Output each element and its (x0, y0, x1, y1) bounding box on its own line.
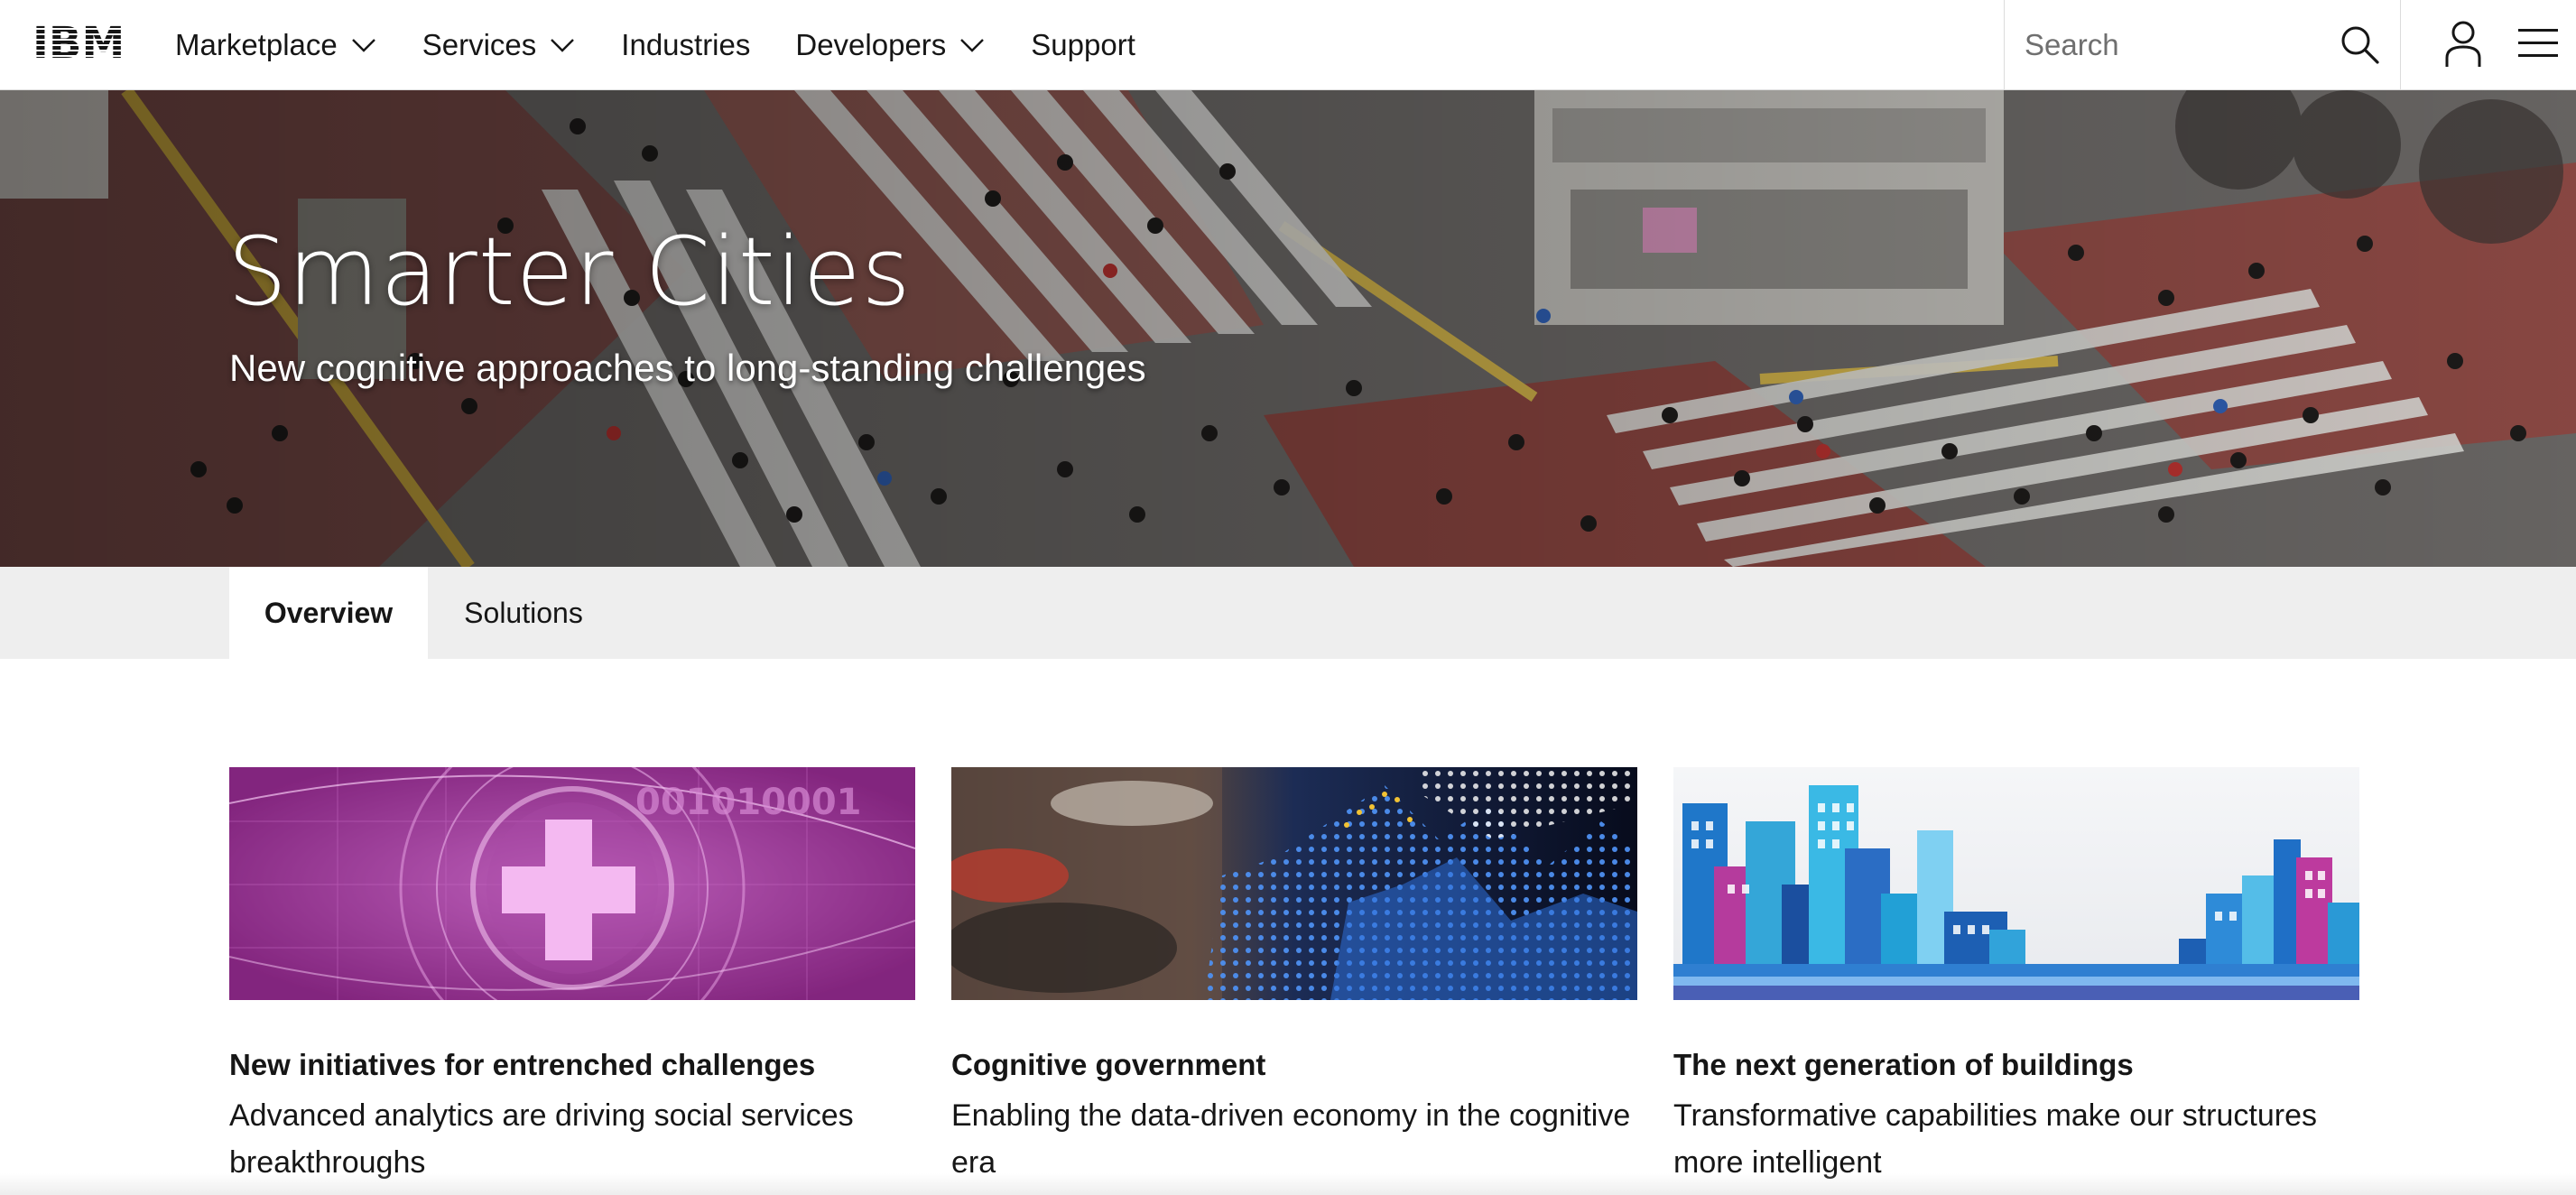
ibm-logo[interactable]: IBM (32, 18, 139, 69)
nav-item-marketplace[interactable]: Marketplace (175, 28, 377, 62)
card-image-health: 001010001 (229, 767, 915, 1000)
nav-item-label: Services (422, 28, 537, 61)
card-image-text: 001010001 (635, 782, 862, 823)
page-title: Smarter Cities (227, 217, 912, 327)
card-new-initiatives[interactable]: 001010001 New initiatives for entrenched… (229, 767, 915, 1186)
tab-overview[interactable]: Overview (229, 567, 428, 659)
primary-nav: Marketplace Services Industries Develope… (175, 0, 1181, 90)
nav-item-support[interactable]: Support (1031, 28, 1135, 62)
card-image-buildings (1673, 767, 2359, 1000)
card-description: Transformative capabilities make our str… (1673, 1098, 2318, 1180)
card-title: Cognitive government (951, 1048, 1266, 1081)
top-navigation: IBM Marketplace Services Industries Deve (0, 0, 2576, 90)
card-image-data-display (951, 767, 1637, 1000)
hamburger-menu-icon[interactable] (2518, 25, 2558, 61)
card-description: Advanced analytics are driving social se… (229, 1098, 854, 1180)
nav-item-industries[interactable]: Industries (621, 28, 750, 62)
bottom-fade (0, 1173, 2576, 1195)
hero-background-image (0, 90, 2576, 567)
nav-item-label: Industries (621, 28, 751, 61)
nav-item-services[interactable]: Services (422, 28, 577, 62)
chevron-down-icon (551, 39, 575, 52)
card-description: Enabling the data-driven economy in the … (951, 1098, 1631, 1180)
card-title: The next generation of buildings (1673, 1048, 2134, 1081)
content-tabs: Overview Solutions (0, 567, 2576, 659)
card-title: New initiatives for entrenched challenge… (229, 1048, 816, 1081)
nav-item-label: Developers (795, 28, 947, 61)
nav-item-label: Marketplace (175, 28, 338, 61)
card-cognitive-government[interactable]: Cognitive government Enabling the data-d… (951, 767, 1637, 1186)
nav-item-label: Support (1031, 28, 1135, 61)
tab-solutions[interactable]: Solutions (428, 567, 619, 659)
nav-item-developers[interactable]: Developers (795, 28, 986, 62)
search-icon[interactable] (2339, 23, 2380, 65)
user-icon[interactable] (2442, 20, 2484, 69)
search-input[interactable] (2005, 28, 2330, 62)
hero-banner: Smarter Cities New cognitive approaches … (0, 90, 2576, 567)
search-container (2004, 0, 2401, 90)
chevron-down-icon (351, 39, 375, 52)
card-next-generation-buildings[interactable]: The next generation of buildings Transfo… (1673, 767, 2359, 1186)
page-subtitle: New cognitive approaches to long-standin… (229, 347, 1146, 389)
chevron-down-icon (960, 39, 985, 52)
